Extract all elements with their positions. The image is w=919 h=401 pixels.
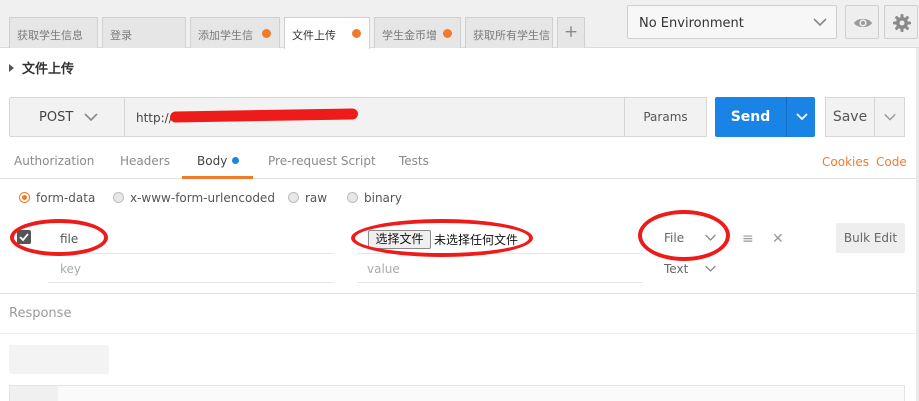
tab-file-upload[interactable]: 文件上传: [284, 17, 370, 49]
method-select[interactable]: POST: [9, 97, 125, 137]
radio-selected-icon: [19, 192, 30, 203]
params-label: Params: [643, 110, 688, 124]
cookies-link[interactable]: Cookies: [822, 155, 869, 169]
tab-label: 添加学生信: [198, 29, 253, 42]
response-divider: [0, 293, 919, 294]
chevron-down-icon: [796, 113, 808, 121]
save-label: Save: [832, 109, 868, 125]
bulk-edit-label: Bulk Edit: [843, 231, 898, 245]
type-select-text[interactable]: Text: [664, 262, 716, 276]
environment-select[interactable]: No Environment: [627, 5, 837, 39]
send-label: Send: [730, 109, 771, 125]
tab-body-label: Body: [197, 154, 228, 168]
radio-label: binary: [364, 191, 402, 205]
code-link[interactable]: Code: [876, 155, 907, 169]
response-gutter: [10, 386, 58, 401]
response-placeholder-block: [9, 345, 109, 374]
send-options-button[interactable]: [786, 97, 815, 137]
type-select-label: Text: [664, 262, 689, 276]
body-indicator-dot-icon: [232, 157, 240, 164]
settings-button[interactable]: [884, 5, 918, 39]
tab-get-student-info[interactable]: 获取学生信息: [9, 17, 98, 48]
radio-unselected-icon: [288, 192, 299, 203]
url-text: http://: [136, 111, 173, 125]
tab-label: 学生金币增: [382, 29, 437, 42]
radio-urlencoded[interactable]: x-www-form-urlencoded: [113, 191, 275, 205]
drag-handle-icon[interactable]: ≡: [742, 231, 754, 247]
response-body-panel: [9, 385, 905, 401]
tab-tests[interactable]: Tests: [399, 154, 429, 168]
cell-divider: [357, 282, 643, 283]
bulk-edit-button[interactable]: Bulk Edit: [836, 223, 905, 253]
tab-pre-request-script[interactable]: Pre-request Script: [268, 154, 376, 168]
tab-add-student[interactable]: 添加学生信: [190, 17, 280, 48]
new-value-input[interactable]: value: [367, 262, 400, 276]
radio-label: raw: [305, 191, 328, 205]
radio-binary[interactable]: binary: [347, 191, 402, 205]
radio-unselected-icon: [113, 192, 124, 203]
gear-icon: [893, 14, 911, 32]
method-label: POST: [39, 110, 74, 125]
delete-row-icon[interactable]: ✕: [772, 231, 784, 247]
radio-unselected-icon: [347, 192, 358, 203]
new-key-input[interactable]: key: [60, 262, 81, 276]
tab-student-coins[interactable]: 学生金币增: [374, 17, 461, 48]
tab-get-all-students[interactable]: 获取所有学生信: [465, 17, 553, 48]
response-divider: [0, 333, 919, 334]
request-tabs: Authorization Headers Body Pre-request S…: [0, 148, 919, 179]
annotation-ellipse-key: [10, 219, 108, 256]
tab-bar: 获取学生信息 登录 添加学生信 文件上传 学生金币增 获取所有学生信 + No …: [0, 0, 919, 49]
send-button[interactable]: Send: [715, 97, 786, 137]
radio-raw[interactable]: raw: [288, 191, 327, 205]
annotation-ellipse-file-button: [351, 219, 533, 257]
plus-icon: +: [563, 22, 579, 42]
tab-label: 登录: [110, 29, 132, 42]
chevron-down-icon: [813, 18, 827, 27]
tab-label: 文件上传: [292, 29, 336, 42]
unsaved-dot-icon: [262, 29, 271, 38]
cell-divider: [48, 282, 334, 283]
radio-label: form-data: [36, 191, 96, 205]
tab-login[interactable]: 登录: [102, 17, 186, 48]
cell-divider: [48, 253, 334, 254]
annotation-ellipse-type: [638, 210, 730, 261]
params-button[interactable]: Params: [624, 97, 707, 137]
active-tab-underline: [182, 176, 253, 179]
radio-form-data[interactable]: form-data: [19, 191, 95, 205]
chevron-down-icon: [705, 265, 716, 272]
request-name[interactable]: 文件上传: [9, 58, 74, 77]
chevron-down-icon: [884, 113, 896, 121]
tab-authorization[interactable]: Authorization: [14, 154, 94, 168]
unsaved-dot-icon: [352, 29, 361, 38]
save-options-button[interactable]: [875, 97, 905, 137]
chevron-down-icon: [84, 113, 98, 122]
request-name-label: 文件上传: [22, 62, 75, 77]
caret-right-icon: [9, 64, 14, 72]
unsaved-dot-icon: [443, 29, 452, 38]
response-title: Response: [9, 306, 72, 321]
tab-headers[interactable]: Headers: [120, 154, 170, 168]
environment-quick-look-button[interactable]: [845, 5, 879, 39]
add-tab-button[interactable]: +: [557, 17, 585, 48]
tab-body[interactable]: Body: [197, 154, 240, 168]
environment-selected-label: No Environment: [639, 16, 744, 31]
tab-label: 获取学生信息: [17, 29, 83, 42]
radio-label: x-www-form-urlencoded: [130, 191, 275, 205]
tab-label: 获取所有学生信: [473, 29, 550, 42]
save-button[interactable]: Save: [825, 97, 875, 137]
eye-icon: [854, 18, 872, 28]
